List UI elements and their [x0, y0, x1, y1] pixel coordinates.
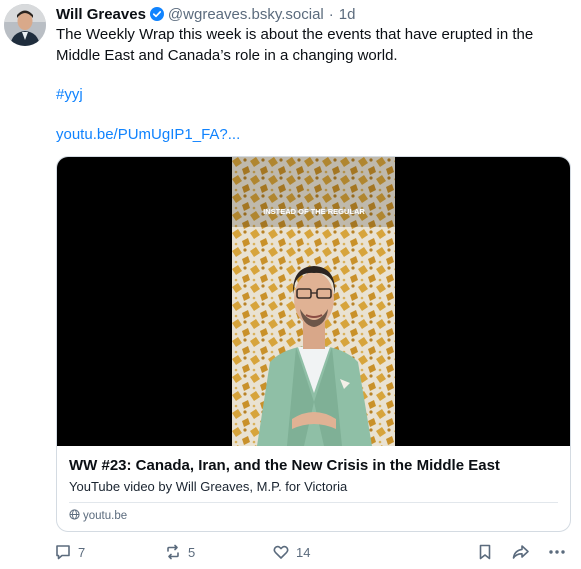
like-icon: [272, 543, 290, 561]
repost-icon: [164, 543, 182, 561]
video-frame: INSTEAD OF THE REGULAR: [232, 157, 395, 446]
like-button[interactable]: 14: [272, 543, 310, 561]
share-button[interactable]: [511, 543, 531, 561]
like-count: 14: [296, 544, 311, 560]
post-time[interactable]: 1d: [339, 6, 356, 23]
reply-button[interactable]: 7: [54, 543, 85, 561]
more-icon: [547, 543, 567, 561]
globe-icon: [69, 509, 80, 523]
reply-count: 7: [78, 544, 86, 560]
post-actions: 7 5 14: [54, 543, 574, 563]
external-link[interactable]: youtu.be/PUmUgIP1_FA?...: [56, 126, 240, 143]
more-options-button[interactable]: [547, 543, 567, 561]
separator-dot: ·: [328, 5, 334, 23]
verified-icon: [149, 7, 164, 21]
repost-count: 5: [188, 544, 196, 560]
link-card[interactable]: INSTEAD OF THE REGULAR WW #23: Canada, I…: [56, 156, 571, 532]
post-text: The Weekly Wrap this week is about the e…: [56, 26, 534, 64]
author-name[interactable]: Will Greaves: [56, 6, 146, 23]
reply-icon: [54, 543, 72, 561]
bookmark-button[interactable]: [476, 543, 494, 561]
post: Will Greaves @wgreaves.bsky.social · 1d …: [0, 0, 581, 569]
video-overlay-text: INSTEAD OF THE REGULAR: [263, 207, 365, 216]
repost-button[interactable]: 5: [164, 543, 195, 561]
share-icon: [511, 543, 531, 561]
author-handle[interactable]: @wgreaves.bsky.social: [168, 6, 324, 23]
card-title[interactable]: WW #23: Canada, Iran, and the New Crisis…: [69, 457, 500, 474]
post-header: Will Greaves @wgreaves.bsky.social · 1d: [56, 4, 355, 24]
card-description: YouTube video by Will Greaves, M.P. for …: [69, 479, 348, 494]
card-domain-text: youtu.be: [83, 510, 128, 522]
video-thumbnail[interactable]: INSTEAD OF THE REGULAR: [57, 157, 570, 446]
card-domain: youtu.be: [69, 509, 127, 523]
avatar[interactable]: [4, 4, 46, 46]
card-divider: [69, 502, 558, 503]
hashtag-link[interactable]: #yyj: [56, 86, 83, 103]
bookmark-icon: [476, 543, 494, 561]
